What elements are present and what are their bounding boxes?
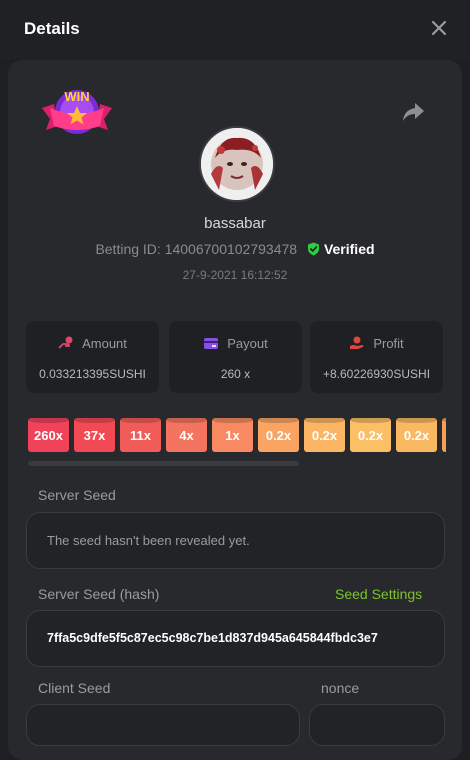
close-icon[interactable] [428,17,450,39]
win-badge-text: WIN [64,89,89,104]
betting-id-row: Betting ID: 14006700102793478 Verified [0,241,470,257]
server-seed-field: The seed hasn't been revealed yet. [26,512,445,569]
server-seed-hash-value: 7ffa5c9dfe5f5c87ec5c98c7be1d837d945a6458… [47,631,378,645]
payout-value: 260 x [220,367,251,381]
profit-label: Profit [373,336,404,351]
payout-label: Payout [227,336,268,351]
amount-label: Amount [82,336,127,351]
profit-card: Profit +8.60226930SUSHI [310,321,443,393]
multiplier-chip [442,418,446,452]
multiplier-row: 260x 37x 11x 4x 1x 0.2x 0.2x 0.2x 0.2x [28,418,446,452]
betting-id: Betting ID: 14006700102793478 [95,241,298,257]
seed-settings-link[interactable]: Seed Settings [335,586,422,602]
amount-value: 0.033213395SUSHI [39,367,146,381]
verified-label: Verified [323,241,375,257]
client-seed-field[interactable] [26,704,300,746]
payout-card: Payout 260 x [169,321,302,393]
multiplier-chip: 37x [74,418,115,452]
server-seed-value: The seed hasn't been revealed yet. [47,533,250,548]
bet-datetime: 27-9-2021 16:12:52 [182,268,288,282]
amount-card: Amount 0.033213395SUSHI [26,321,159,393]
multiplier-chip: 1x [212,418,253,452]
profit-icon [350,336,364,349]
username: bassabar [204,215,266,232]
modal-title: Details [24,19,80,38]
server-seed-hash-field[interactable]: 7ffa5c9dfe5f5c87ec5c98c7be1d837d945a6458… [26,610,445,667]
nonce-label: nonce [321,680,360,696]
multiplier-chip: 11x [120,418,161,452]
multiplier-chip: 0.2x [350,418,391,452]
server-seed-hash-label: Server Seed (hash) [38,586,160,602]
avatar [199,126,275,202]
modal-header: Details [0,0,470,60]
avatar-image [201,128,273,200]
multiplier-chip: 0.2x [396,418,437,452]
multiplier-chip: 4x [166,418,207,452]
win-badge-icon: WIN [42,89,112,134]
server-seed-label: Server Seed [38,487,116,503]
verified-shield-icon [307,242,319,256]
profit-value: +8.60226930SUSHI [322,367,431,381]
nonce-field[interactable] [309,704,445,746]
multiplier-scrollbar[interactable] [28,461,299,466]
multiplier-chip: 0.2x [304,418,345,452]
multiplier-chip: 0.2x [258,418,299,452]
payout-icon [204,338,219,349]
share-icon[interactable] [400,100,426,124]
amount-icon [58,336,73,349]
client-seed-label: Client Seed [38,680,111,696]
multiplier-chip: 260x [28,418,69,452]
